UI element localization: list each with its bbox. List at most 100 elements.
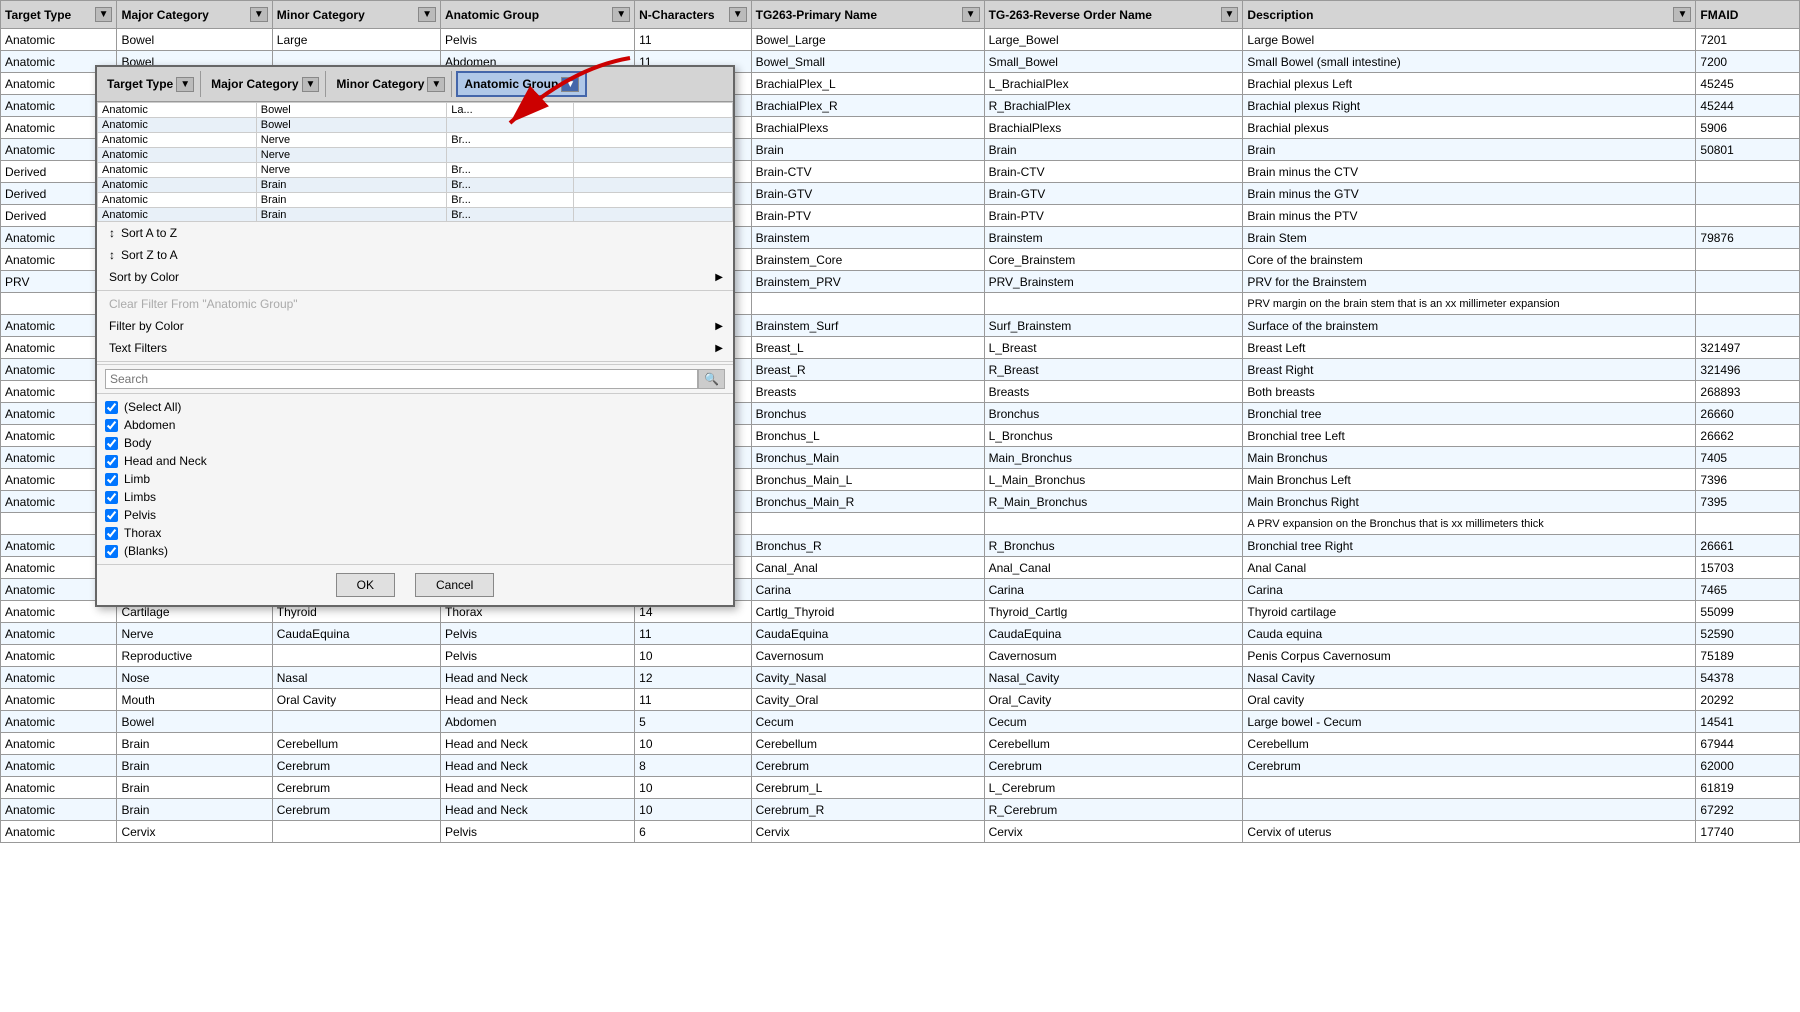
table-cell: Main Bronchus Left [1243,469,1696,491]
th-minor-category-filter[interactable]: ▼ [418,7,436,22]
table-cell [1243,777,1696,799]
dropdown-footer: OK Cancel [97,564,733,605]
checkbox[interactable] [105,545,118,558]
table-cell: 67944 [1696,733,1800,755]
inner-table-cell: La... [447,103,574,118]
table-cell: Cavity_Nasal [751,667,984,689]
checkbox[interactable] [105,491,118,504]
text-filters-item[interactable]: Text Filters ▶ [97,337,733,359]
table-cell: Cervix [117,821,272,843]
dropdown-col-target[interactable]: Target Type ▼ [101,71,201,97]
th-tg263reverse-filter[interactable]: ▼ [1221,7,1239,22]
check-item[interactable]: Limbs [105,488,725,506]
th-tg263primary-filter[interactable]: ▼ [962,7,980,22]
checkbox[interactable] [105,455,118,468]
search-input[interactable] [105,369,698,389]
table-cell: Brainstem_Core [751,249,984,271]
table-cell: 5 [635,711,751,733]
table-cell [1696,315,1800,337]
check-item[interactable]: Pelvis [105,506,725,524]
dropdown-col-major-label: Major Category [211,77,298,91]
table-cell: CaudaEquina [984,623,1243,645]
table-cell: Cerebrum [272,777,440,799]
dropdown-col-anatomic[interactable]: Anatomic Group ▼ [456,71,587,97]
table-cell: 268893 [1696,381,1800,403]
table-cell: BrachialPlex_L [751,73,984,95]
check-item[interactable]: Body [105,434,725,452]
table-cell: 12 [635,667,751,689]
inner-table-cell: Anatomic [98,118,257,133]
table-cell: 75189 [1696,645,1800,667]
table-cell: 50801 [1696,139,1800,161]
cancel-button[interactable]: Cancel [415,573,494,597]
table-cell: Pelvis [441,623,635,645]
th-target-type-filter[interactable]: ▼ [95,7,113,22]
checkbox[interactable] [105,509,118,522]
th-ncharacters-filter[interactable]: ▼ [729,7,747,22]
inner-tbody: AnatomicBowelLa...AnatomicBowelAnatomicN… [98,103,733,223]
table-cell: 10 [635,733,751,755]
table-cell: Brain-CTV [984,161,1243,183]
inner-table-cell [574,103,733,118]
dropdown-col-major[interactable]: Major Category ▼ [205,71,326,97]
inner-table-row: AnatomicNerve [98,148,733,163]
table-cell: 79876 [1696,227,1800,249]
table-cell: Anal Canal [1243,557,1696,579]
table-cell: BrachialPlexs [984,117,1243,139]
dropdown-col-minor[interactable]: Minor Category ▼ [330,71,452,97]
table-cell: Main Bronchus [1243,447,1696,469]
table-cell: Core_Brainstem [984,249,1243,271]
dropdown-col-minor-filter[interactable]: ▼ [427,77,445,92]
ok-button[interactable]: OK [336,573,395,597]
sort-az-label: Sort A to Z [121,226,177,240]
check-item[interactable]: Thorax [105,524,725,542]
table-cell: Breast_R [751,359,984,381]
text-filters-arrow: ▶ [715,343,723,354]
check-label: Abdomen [124,418,175,432]
table-cell: Thyroid_Cartlg [984,601,1243,623]
dropdown-col-anatomic-filter[interactable]: ▼ [561,77,579,92]
table-cell: CaudaEquina [272,623,440,645]
table-cell [272,711,440,733]
check-item[interactable]: Limb [105,470,725,488]
table-cell: 55099 [1696,601,1800,623]
check-item[interactable]: (Blanks) [105,542,725,560]
th-major-category-filter[interactable]: ▼ [250,7,268,22]
table-cell: Large bowel - Cecum [1243,711,1696,733]
th-tg263primary: TG263-Primary Name ▼ [751,1,984,29]
checkbox[interactable] [105,527,118,540]
inner-table-cell: Bowel [256,118,447,133]
sort-by-color-item[interactable]: Sort by Color ▶ [97,266,733,288]
inner-table-row: AnatomicNerveBr... [98,163,733,178]
dropdown-col-major-filter[interactable]: ▼ [302,77,320,92]
checkbox[interactable] [105,419,118,432]
sort-za-label: Sort Z to A [121,248,178,262]
table-cell: Breasts [984,381,1243,403]
table-cell: Anatomic [1,711,117,733]
sort-za-item[interactable]: ↕ Sort Z to A [97,244,733,266]
table-cell: Cerebellum [1243,733,1696,755]
table-row: AnatomicReproductivePelvis10CavernosumCa… [1,645,1800,667]
inner-table-row: AnatomicBrainBr... [98,178,733,193]
checkbox[interactable] [105,401,118,414]
th-anatomic-group-filter[interactable]: ▼ [612,7,630,22]
sort-az-item[interactable]: ↕ Sort A to Z [97,222,733,244]
filter-by-color-item[interactable]: Filter by Color ▶ [97,315,733,337]
table-cell: Brainstem_Surf [751,315,984,337]
check-item[interactable]: (Select All) [105,398,725,416]
table-cell [1696,293,1800,315]
checkbox[interactable] [105,473,118,486]
th-description-filter[interactable]: ▼ [1673,7,1691,22]
table-row: AnatomicNoseNasalHead and Neck12Cavity_N… [1,667,1800,689]
inner-table-cell: Anatomic [98,178,257,193]
check-item[interactable]: Abdomen [105,416,725,434]
dropdown-col-target-filter[interactable]: ▼ [176,77,194,92]
checkbox[interactable] [105,437,118,450]
clear-filter-item[interactable]: Clear Filter From "Anatomic Group" [97,293,733,315]
th-tg263reverse: TG-263-Reverse Order Name ▼ [984,1,1243,29]
inner-table-cell: Br... [447,178,574,193]
table-cell [1696,271,1800,293]
table-cell: Oral_Cavity [984,689,1243,711]
check-item[interactable]: Head and Neck [105,452,725,470]
table-cell: R_BrachialPlex [984,95,1243,117]
